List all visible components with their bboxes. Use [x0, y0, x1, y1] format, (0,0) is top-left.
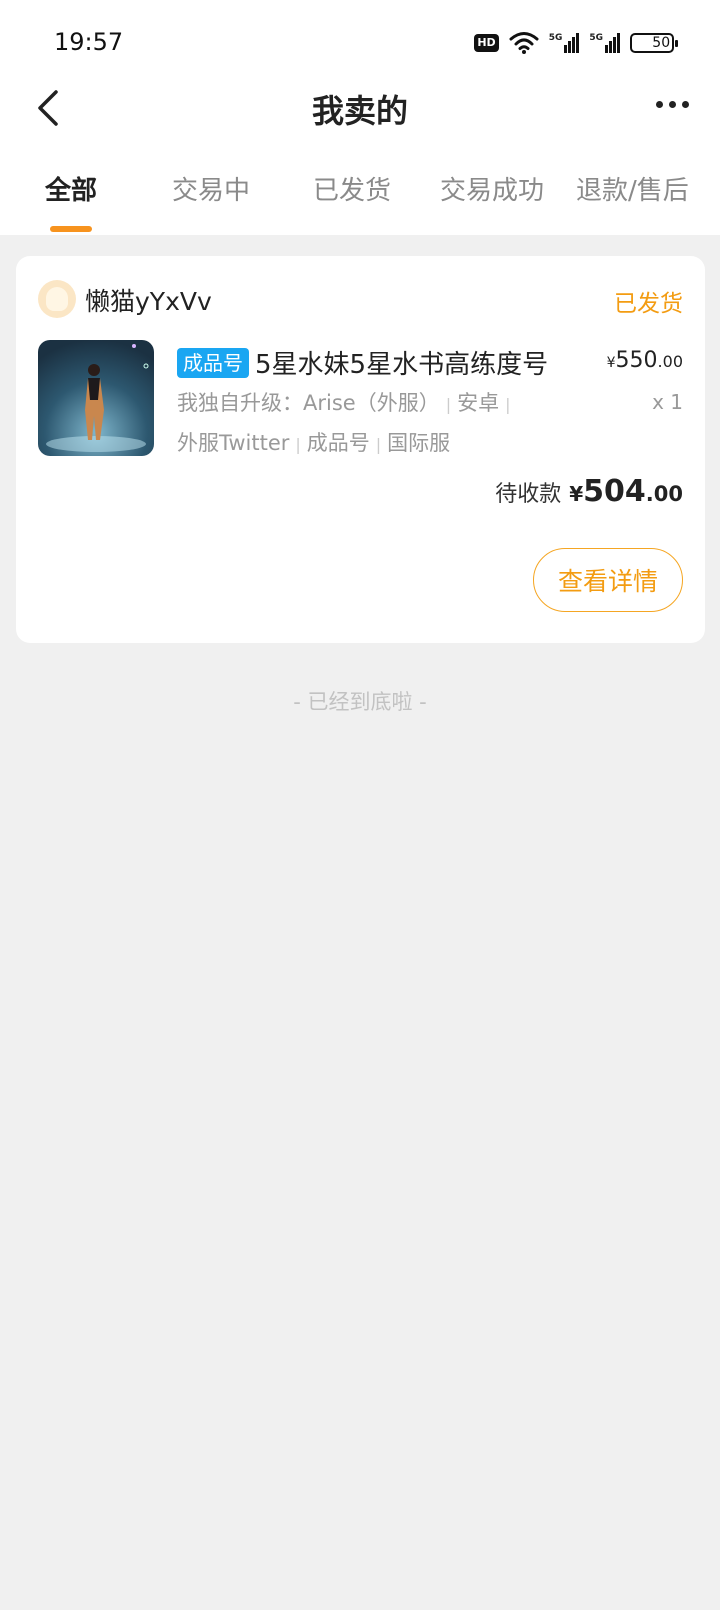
tab-completed[interactable]: 交易成功 [440, 170, 544, 207]
tab-shipped[interactable]: 已发货 [313, 170, 391, 207]
hd-icon: HD [474, 34, 499, 52]
signal-5g-icon: 5G [549, 33, 580, 53]
status-icons: HD 5G 5G 50 [474, 30, 678, 56]
product-image[interactable] [38, 340, 154, 456]
product-tag: 成品号 [177, 347, 249, 378]
status-badge: 已发货 [614, 291, 683, 317]
end-of-list-text: - 已经到底啦 - [293, 690, 427, 714]
avatar [38, 280, 76, 318]
tab-in-progress[interactable]: 交易中 [172, 170, 250, 207]
product-price: ¥550.00 [606, 348, 683, 373]
product-attributes: 我独自升级：Arise（外服） | 安卓 | 外服Twitter | 成品号 | 国际服 [177, 391, 511, 455]
more-horizontal-icon [655, 100, 663, 108]
tab-refund[interactable]: 退款/售后 [576, 170, 689, 207]
product-title[interactable]: 5星水妹5星水书高练度号 [255, 344, 548, 381]
order-card[interactable]: 懒猫yYxVv 已发货 成品号 5星水妹5星水书高练度号 ¥550.00 x 1 [16, 256, 705, 643]
pending-payment: 待收款 ¥504.00 [495, 474, 683, 509]
wifi-icon [509, 32, 539, 54]
tab-all[interactable]: 全部 [45, 170, 97, 207]
view-details-button[interactable]: 查看详情 [533, 548, 683, 612]
page-title: 我卖的 [311, 92, 408, 130]
pending-amount: ¥504.00 [569, 474, 683, 509]
attr-type: 成品号 [306, 431, 370, 455]
attr-server: 国际服 [387, 431, 451, 455]
battery-icon: 50 [630, 33, 678, 53]
attr-login: 外服Twitter [177, 431, 290, 455]
attr-platform: 安卓 [457, 391, 500, 415]
signal-5g-icon-2: 5G [589, 33, 620, 53]
tab-indicator [50, 226, 92, 232]
attr-game: 我独自升级：Arise（外服） [177, 391, 440, 415]
pending-label: 待收款 [495, 482, 562, 507]
status-time: 19:57 [54, 28, 124, 56]
product-title-row: 成品号 5星水妹5星水书高练度号 [177, 344, 548, 381]
header-area: 19:57 HD 5G 5G 50 我卖的 全部 交易中 已发货 交易成功 退款… [0, 0, 720, 235]
more-button[interactable] [652, 92, 692, 116]
seller-name[interactable]: 懒猫yYxVv [85, 282, 212, 318]
product-quantity: x 1 [652, 390, 683, 414]
order-tabs: 全部 交易中 已发货 交易成功 退款/售后 [0, 170, 720, 232]
